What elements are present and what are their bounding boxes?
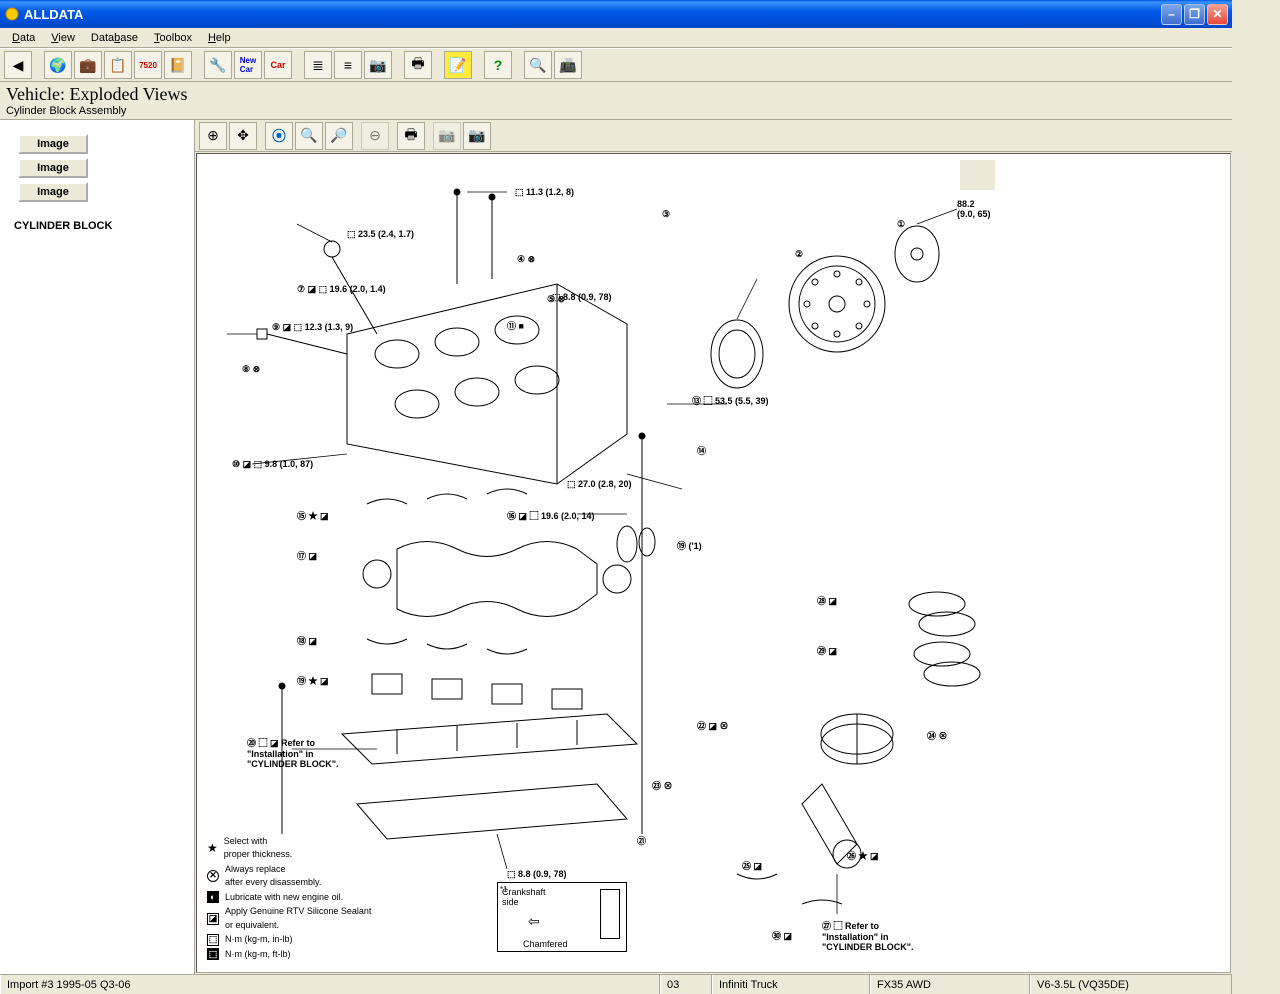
camera-button[interactable]: 📷 [364,51,392,79]
part-num-2: ② [795,249,803,260]
part-num-29: ㉙ ◪ [817,644,837,657]
callout-torque-8: ⑩ ◪ ⬚ 9.8 (1.0, 87) [232,459,313,470]
status-code: 03 [660,975,712,994]
camera1-button[interactable]: 📷 [433,122,461,150]
pan-button[interactable]: ✥ [229,122,257,150]
callout-torque-6: ⑨ ◪ ⬚ 12.3 (1.3, 9) [272,322,353,333]
chamfer-inset: *1 Crankshaft side ⇦ Chamfered [497,882,627,952]
newcar-button[interactable]: NewCar [234,51,262,79]
main-toolbar: ◀ 🌍 💼 📋 7520 📔 🔧 NewCar Car ≣ ≡ 📷 🖶 📝 ? … [0,48,1232,82]
status-import: Import #3 1995-05 Q3-06 [0,975,660,994]
status-engine: V6-3.5L (VQ35DE) [1030,975,1232,994]
callout-torque-10: ⑯ ◪ ⬚ 19.6 (2.0, 14) [507,509,595,522]
diagram-legend: ★Select with proper thickness. ✕Always r… [207,835,371,963]
callout-torque-1: ⬚ 11.3 (1.2, 8) [515,187,574,198]
zoom-q-button[interactable]: 🔎 [325,122,353,150]
back-button[interactable]: ◀ [4,51,32,79]
callout-torque-13: ⬚ 8.8 (0.9, 78) [507,869,567,880]
menu-database[interactable]: Database [83,30,146,46]
close-button[interactable]: ✕ [1207,4,1228,25]
part-num-4: ④ ⊗ [517,254,535,265]
image-button-1[interactable]: Image [18,134,88,154]
print-button[interactable]: 🖶 [404,51,432,79]
part-num-15: ⑮ ★ ◪ [297,509,329,522]
menu-toolbox[interactable]: Toolbox [146,30,200,46]
part-num-11: ⑪ ■ [507,319,524,332]
part-num-21: ㉑ [637,834,646,847]
part-num-23: ㉓ ⊗ [652,779,673,792]
lines1-button[interactable]: ≣ [304,51,332,79]
note-button[interactable]: 📝 [444,51,472,79]
notebook-button[interactable]: 📔 [164,51,192,79]
part-num-17: ⑰ ◪ [297,549,317,562]
callout-torque-2: 88.2 (9.0, 65) [957,199,991,219]
status-model: FX35 AWD [870,975,1030,994]
part-num-18: ⑱ ◪ [297,634,317,647]
zoom-in-button[interactable]: ⊕ [199,122,227,150]
part-num-3: ③ [662,209,670,220]
num-button[interactable]: 7520 [134,51,162,79]
part-num-22: ㉒ ◪ ⊗ [697,719,729,732]
image-button-3[interactable]: Image [18,182,88,202]
viewer-toolbar: ⊕ ✥ ⦿ 🔍 🔎 ⊖ 🖶 📷 📷 [195,120,1232,152]
camera2-button[interactable]: 📷 [463,122,491,150]
part-num-30: ㉚ ◪ [772,929,792,942]
callout-torque-4: ⑦ ◪ ⬚ 19.6 (2.0, 1.4) [297,284,386,295]
list-button[interactable]: 📋 [104,51,132,79]
part-num-14: ⑭ [697,444,706,457]
main-panel: ⊕ ✥ ⦿ 🔍 🔎 ⊖ 🖶 📷 📷 [195,120,1232,974]
briefcase-button[interactable]: 💼 [74,51,102,79]
menu-view[interactable]: View [43,30,83,46]
viewer-print-button[interactable]: 🖶 [397,122,425,150]
zoom-out-button[interactable]: ⊖ [361,122,389,150]
sidebar-label: CYLINDER BLOCK [14,220,184,232]
search-button[interactable]: 🔍 [524,51,552,79]
callout-torque-7: ⑬ ⬚ 53.5 (5.5, 39) [692,394,769,407]
callout-ref-2: ㉗ ⬚ Refer to "Installation" in "CYLINDER… [822,919,914,952]
lines2-button[interactable]: ≡ [334,51,362,79]
globe-button[interactable]: 🌍 [44,51,72,79]
page-title: Vehicle: Exploded Views [6,84,1226,105]
part-num-26: ㉖ ★ ◪ [847,849,879,862]
status-make: Infiniti Truck [712,975,870,994]
part-num-19b: ⑲ ★ ◪ [297,674,329,687]
part-num-24: ㉔ ⊗ [927,729,948,742]
page-subtitle: Cylinder Block Assembly [6,105,1226,117]
zoom-region-button[interactable]: 🔍 [295,122,323,150]
app-icon [4,6,20,22]
wrench-button[interactable]: 🔧 [204,51,232,79]
callout-ref-1: ⑳ ⬚ ◪ Refer to "Installation" in "CYLIND… [247,736,339,769]
window-title: ALLDATA [24,7,1161,22]
minimize-button[interactable]: – [1161,4,1182,25]
callout-torque-3: ⬚ 23.5 (2.4, 1.7) [347,229,414,240]
part-num-5: ⑤ ⊗ [547,294,565,305]
menu-data[interactable]: Data [4,30,43,46]
car-button[interactable]: Car [264,51,292,79]
diagram-viewer[interactable]: ⬚ 11.3 (1.2, 8) 88.2 (9.0, 65) ⬚ 23.5 (2… [196,153,1231,973]
part-num-8: ⑧ ⊗ [242,364,260,375]
image-button-2[interactable]: Image [18,158,88,178]
help-button[interactable]: ? [484,51,512,79]
sidebar: Image Image Image CYLINDER BLOCK [0,120,195,974]
part-num-1: ① [897,219,905,230]
menubar: Data View Database Toolbox Help [0,28,1232,48]
statusbar: Import #3 1995-05 Q3-06 03 Infiniti Truc… [0,974,1232,994]
fax-button[interactable]: 📠 [554,51,582,79]
part-num-25: ㉕ ◪ [742,859,762,872]
part-num-28: ㉘ ◪ [817,594,837,607]
menu-help[interactable]: Help [200,30,239,46]
page-header: Vehicle: Exploded Views Cylinder Block A… [0,82,1232,120]
maximize-button[interactable]: ❐ [1184,4,1205,25]
exploded-diagram: ⬚ 11.3 (1.2, 8) 88.2 (9.0, 65) ⬚ 23.5 (2… [197,154,1230,972]
titlebar: ALLDATA – ❐ ✕ [0,0,1232,28]
callout-torque-9: ⬚ 27.0 (2.8, 20) [567,479,632,490]
zoom-100-button[interactable]: ⦿ [265,122,293,150]
callout-note-11: ⑲ ('1) [677,539,702,552]
